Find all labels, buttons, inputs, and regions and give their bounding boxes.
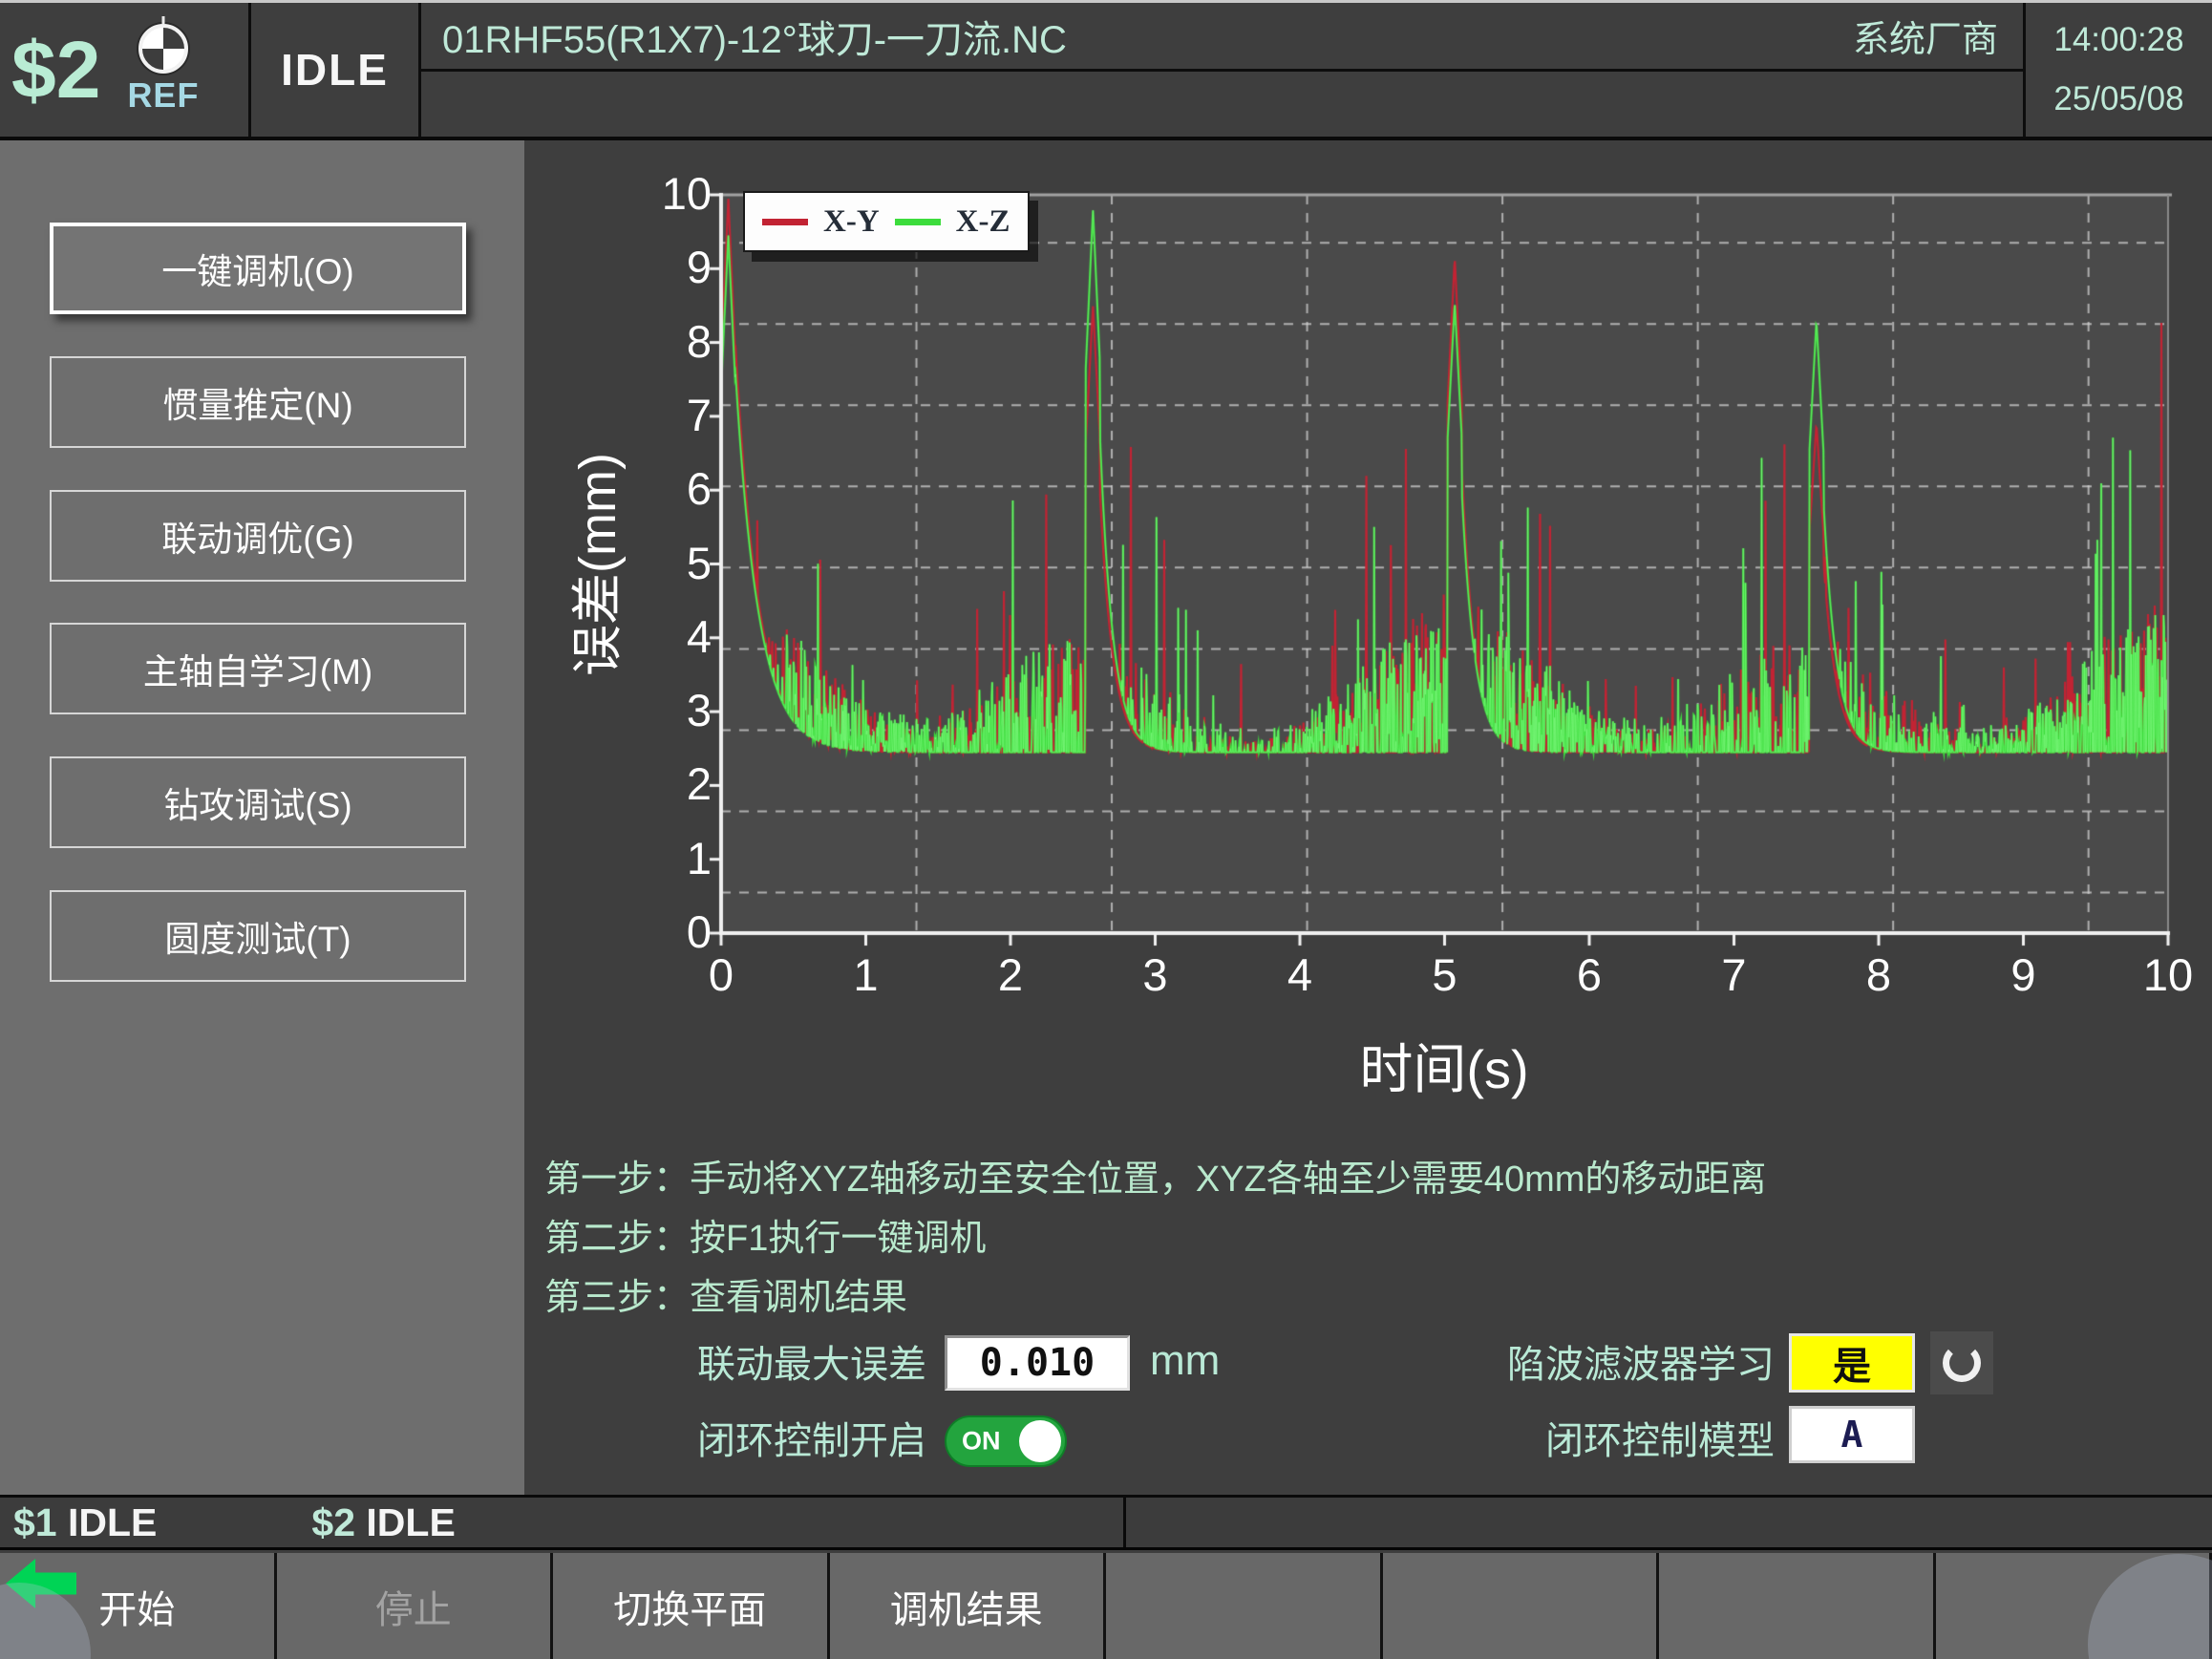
instruction-step-2: 第二步：按F1执行一键调机 — [544, 1208, 986, 1261]
channel-label: $2 — [11, 30, 100, 110]
x-tick-label: 3 — [1113, 948, 1199, 1001]
x-tick-label: 9 — [1981, 948, 2067, 1001]
max-error-value: 0.010 — [980, 1341, 1095, 1385]
sidebar: 一键调机(O) 惯量推定(N) 联动调优(G) 主轴自学习(M) 钻攻调试(S)… — [0, 140, 524, 1495]
main-panel: X-Y X-Z 012345678910 012345678910 误差(mm)… — [524, 140, 2212, 1495]
sidebar-button-spindle-self-learning[interactable]: 主轴自学习(M) — [50, 623, 466, 714]
loop-model-label: 闭环控制模型 — [1384, 1414, 1775, 1469]
ref-label: REF — [127, 75, 199, 116]
notch-filter-value-box[interactable]: 是 — [1789, 1333, 1915, 1393]
y-tick-label: 9 — [582, 241, 712, 293]
error-trace-chart — [706, 188, 2177, 952]
sidebar-button-one-key-tuning[interactable]: 一键调机(O) — [50, 223, 466, 314]
softkey-bar: 开始 停止 切换平面 调机结果 — [0, 1553, 2212, 1659]
refresh-icon — [1943, 1344, 1981, 1382]
status-bar-divider — [1123, 1498, 1126, 1547]
softkey-empty-6 — [1383, 1553, 1660, 1659]
max-error-input[interactable]: 0.010 — [945, 1335, 1130, 1391]
softkey-switch-plane[interactable]: 切换平面 — [553, 1553, 830, 1659]
softkey-empty-7 — [1659, 1553, 1936, 1659]
instruction-step-3: 第三步：查看调机结果 — [544, 1267, 907, 1320]
vendor-label: 系统厂商 — [1853, 10, 2002, 62]
clock-time: 14:00:28 — [2053, 21, 2183, 59]
legend-label-xz: X-Z — [956, 204, 1010, 240]
status-bar: $1 IDLE $2 IDLE — [0, 1495, 2212, 1550]
channel-cell: $2 REF — [0, 3, 251, 137]
x-tick-label: 1 — [823, 948, 909, 1001]
toggle-on-text: ON — [962, 1427, 1001, 1457]
x-tick-label: 4 — [1257, 948, 1343, 1001]
closed-loop-toggle[interactable]: ON — [945, 1415, 1067, 1467]
notch-refresh-button[interactable] — [1930, 1331, 1993, 1394]
legend-line-xz-icon — [895, 219, 941, 225]
program-row: 01RHF55(R1X7)-12°球刀-一刀流.NC 系统厂商 — [421, 3, 2023, 72]
legend-label-xy: X-Y — [823, 204, 880, 240]
sidebar-button-inertia-estimation[interactable]: 惯量推定(N) — [50, 356, 466, 448]
sidebar-button-roundness-test[interactable]: 圆度测试(T) — [50, 890, 466, 982]
y-tick-label: 8 — [582, 315, 712, 368]
max-error-unit: mm — [1150, 1337, 1220, 1385]
sidebar-button-linkage-tuning[interactable]: 联动调优(G) — [50, 490, 466, 582]
x-tick-label: 6 — [1546, 948, 1632, 1001]
channel2-status: $2 IDLE — [311, 1500, 455, 1545]
program-row-empty — [421, 72, 2023, 137]
mode-status: IDLE — [281, 44, 389, 96]
clock-cell: 14:00:28 25/05/08 — [2026, 3, 2212, 137]
program-name: 01RHF55(R1X7)-12°球刀-一刀流.NC — [442, 9, 1853, 64]
x-tick-label: 8 — [1836, 948, 1922, 1001]
x-axis-label: 时间(s) — [1253, 1027, 1635, 1104]
x-tick-label: 0 — [678, 948, 764, 1001]
softkey-stop[interactable]: 停止 — [277, 1553, 554, 1659]
y-tick-label: 1 — [582, 832, 712, 884]
channel1-status: $1 IDLE — [13, 1500, 157, 1545]
closed-loop-label: 闭环控制开启 — [524, 1414, 926, 1469]
notch-filter-value: 是 — [1833, 1335, 1871, 1391]
content-area: 一键调机(O) 惯量推定(N) 联动调优(G) 主轴自学习(M) 钻攻调试(S)… — [0, 140, 2212, 1495]
max-error-label: 联动最大误差 — [524, 1337, 926, 1393]
clock-date: 25/05/08 — [2053, 80, 2183, 118]
y-tick-label: 2 — [582, 757, 712, 810]
instruction-step-1: 第一步：手动将XYZ轴移动至安全位置，XYZ各轴至少需要40mm的移动距离 — [544, 1149, 1766, 1202]
cnc-tuning-screen: $2 REF IDLE 01RHF55(R1X7)-12°球刀-一刀流.NC 系… — [0, 0, 2212, 1659]
reference-point-icon — [138, 24, 188, 74]
ref-indicator: REF — [127, 24, 199, 116]
sidebar-button-drill-tap-debug[interactable]: 钻攻调试(S) — [50, 756, 466, 848]
softkey-tuning-result[interactable]: 调机结果 — [830, 1553, 1107, 1659]
legend-line-xy-icon — [762, 219, 808, 225]
notch-filter-label: 陷波滤波器学习 — [1384, 1337, 1775, 1393]
y-axis-label: 误差(mm) — [555, 369, 614, 760]
x-tick-label: 7 — [1691, 948, 1777, 1001]
loop-model-value: A — [1841, 1414, 1863, 1456]
softkey-empty-5 — [1106, 1553, 1383, 1659]
x-tick-label: 2 — [968, 948, 1053, 1001]
x-tick-label: 10 — [2125, 948, 2211, 1001]
mode-cell: IDLE — [251, 3, 421, 137]
program-cell: 01RHF55(R1X7)-12°球刀-一刀流.NC 系统厂商 — [421, 3, 2026, 137]
chart-legend: X-Y X-Z — [743, 191, 1030, 252]
toggle-knob-icon — [1019, 1420, 1061, 1462]
x-tick-label: 5 — [1402, 948, 1488, 1001]
loop-model-value-box[interactable]: A — [1789, 1406, 1915, 1463]
y-tick-label: 10 — [582, 167, 712, 220]
title-bar: $2 REF IDLE 01RHF55(R1X7)-12°球刀-一刀流.NC 系… — [0, 0, 2212, 140]
